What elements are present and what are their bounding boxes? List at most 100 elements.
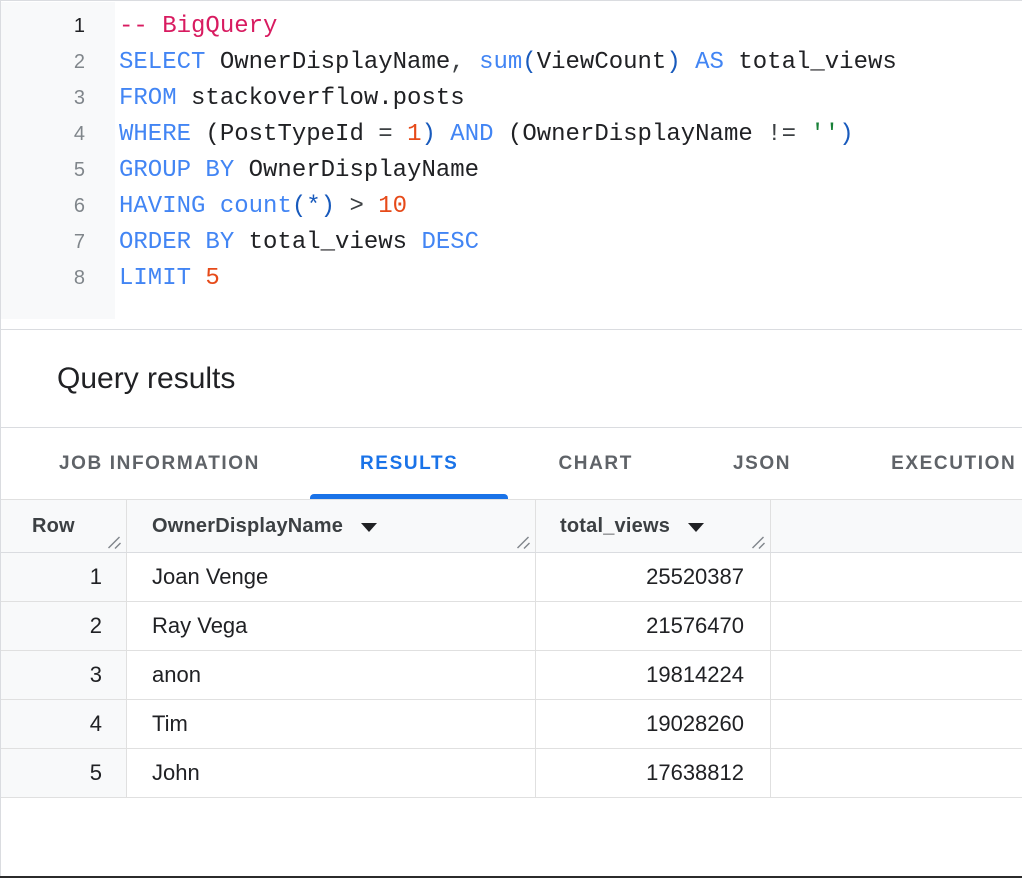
code-text: GROUP BY OwnerDisplayName xyxy=(85,153,479,189)
results-table: Row OwnerDisplayName total_views 1Joan Ven… xyxy=(0,500,1022,798)
token-num: 1 xyxy=(407,121,421,148)
token-num: 5 xyxy=(205,265,219,292)
token-kw: ORDER BY xyxy=(119,229,234,256)
cell-total-views: 19028260 xyxy=(536,700,771,748)
code-line-3[interactable]: 3FROM stackoverflow.posts xyxy=(1,80,1022,116)
row-filler xyxy=(771,700,1022,748)
row-number-cell: 1 xyxy=(0,553,127,601)
token-op: > xyxy=(349,193,363,220)
column-label: total_views xyxy=(560,515,670,538)
tab-label: JOB INFORMATION xyxy=(59,453,260,475)
token-pl: OwnerDisplayName xyxy=(522,121,767,148)
line-number: 2 xyxy=(1,44,85,80)
token-pl: total_views xyxy=(234,229,421,256)
line-number: 1 xyxy=(1,8,85,44)
cell-total-views: 21576470 xyxy=(536,602,771,650)
cell-ownerdisplayname: Joan Venge xyxy=(127,553,536,601)
tab-job-information[interactable]: JOB INFORMATION xyxy=(9,429,310,499)
row-number-cell: 4 xyxy=(0,700,127,748)
column-header-row[interactable]: Row xyxy=(0,500,127,552)
token-op: = xyxy=(378,121,392,148)
token-pb: (*) xyxy=(292,193,335,220)
token-pb: ) xyxy=(666,49,680,76)
token-pd: ( xyxy=(205,121,219,148)
sql-editor[interactable]: 1-- BigQuery2 SELECT OwnerDisplayName, su… xyxy=(0,0,1022,330)
results-table-header: Row OwnerDisplayName total_views xyxy=(0,500,1022,553)
token-pl xyxy=(364,193,378,220)
row-number-cell: 3 xyxy=(0,651,127,699)
token-kw: DESC xyxy=(421,229,479,256)
token-kw: HAVING xyxy=(119,193,205,220)
row-filler xyxy=(771,602,1022,650)
code-line-8[interactable]: 8LIMIT 5 xyxy=(1,260,1022,296)
tab-label: EXECUTION DETAILS xyxy=(891,453,1022,475)
line-number: 7 xyxy=(1,224,85,260)
code-line-4[interactable]: 4WHERE (PostTypeId = 1) AND (OwnerDispla… xyxy=(1,116,1022,152)
token-pl xyxy=(681,49,695,76)
token-op: != xyxy=(767,121,796,148)
column-header-total-views[interactable]: total_views xyxy=(536,500,771,552)
page-title: Query results xyxy=(57,362,235,396)
token-kw: FROM xyxy=(119,85,177,112)
token-str: '' xyxy=(810,121,839,148)
code-line-5[interactable]: 5GROUP BY OwnerDisplayName xyxy=(1,152,1022,188)
token-pb: ( xyxy=(522,49,536,76)
tab-label: JSON xyxy=(733,453,791,475)
window-left-edge xyxy=(0,0,1,878)
token-kw: SELECT xyxy=(119,49,205,76)
code-line-2[interactable]: 2SELECT OwnerDisplayName, sum(ViewCount)… xyxy=(1,44,1022,80)
code-line-1[interactable]: 1-- BigQuery xyxy=(1,8,1022,44)
table-row: 2Ray Vega21576470 xyxy=(0,602,1022,651)
token-pl: ViewCount xyxy=(537,49,667,76)
line-number: 4 xyxy=(1,116,85,152)
token-op: , xyxy=(450,49,464,76)
sort-dropdown-icon[interactable] xyxy=(361,523,377,532)
results-table-body: 1Joan Venge255203872Ray Vega215764703ano… xyxy=(0,553,1022,798)
line-number: 6 xyxy=(1,188,85,224)
header-filler xyxy=(771,500,1022,552)
token-kw: GROUP BY xyxy=(119,157,234,184)
sql-code[interactable]: 1-- BigQuery2 SELECT OwnerDisplayName, su… xyxy=(1,8,1022,296)
token-kw: AS xyxy=(695,49,724,76)
code-text: ORDER BY total_views DESC xyxy=(85,225,479,261)
token-pb: ) xyxy=(421,121,435,148)
token-fn: count xyxy=(220,193,292,220)
tab-results[interactable]: RESULTS xyxy=(310,429,508,499)
token-pl xyxy=(796,121,810,148)
token-pl xyxy=(465,49,479,76)
code-line-6[interactable]: 6 HAVING count(*) > 10 xyxy=(1,188,1022,224)
bigquery-results-page: { "colors": { "accent": "#1A73E8", "keyw… xyxy=(0,0,1022,878)
token-kw: WHERE xyxy=(119,121,191,148)
row-filler xyxy=(771,749,1022,797)
table-row: 4Tim19028260 xyxy=(0,700,1022,749)
tab-json[interactable]: JSON xyxy=(683,429,841,499)
token-pl xyxy=(205,193,219,220)
tab-label: CHART xyxy=(558,453,633,475)
code-text: LIMIT 5 xyxy=(85,261,220,297)
token-num: 10 xyxy=(378,193,407,220)
cell-ownerdisplayname: Ray Vega xyxy=(127,602,536,650)
code-text: WHERE (PostTypeId = 1) AND (OwnerDisplay… xyxy=(85,117,854,153)
cell-ownerdisplayname: John xyxy=(127,749,536,797)
token-pb: ) xyxy=(839,121,853,148)
token-kw: LIMIT xyxy=(119,265,191,292)
column-label: Row xyxy=(32,515,75,538)
query-results-header: Query results xyxy=(0,330,1022,428)
code-line-7[interactable]: 7ORDER BY total_views DESC xyxy=(1,224,1022,260)
token-kw: AND xyxy=(450,121,493,148)
token-fn: sum xyxy=(479,49,522,76)
tab-chart[interactable]: CHART xyxy=(508,429,683,499)
token-pl xyxy=(494,121,508,148)
column-resize-icon[interactable] xyxy=(106,533,122,549)
line-number: 3 xyxy=(1,80,85,116)
token-pl xyxy=(436,121,450,148)
column-resize-icon[interactable] xyxy=(515,533,531,549)
tab-execution-details[interactable]: EXECUTION DETAILS xyxy=(841,429,1022,499)
table-row: 5John17638812 xyxy=(0,749,1022,798)
column-header-ownerdisplayname[interactable]: OwnerDisplayName xyxy=(127,500,536,552)
sort-dropdown-icon[interactable] xyxy=(688,523,704,532)
column-resize-icon[interactable] xyxy=(750,533,766,549)
token-pl xyxy=(191,265,205,292)
line-number: 8 xyxy=(1,260,85,296)
table-row: 3anon19814224 xyxy=(0,651,1022,700)
